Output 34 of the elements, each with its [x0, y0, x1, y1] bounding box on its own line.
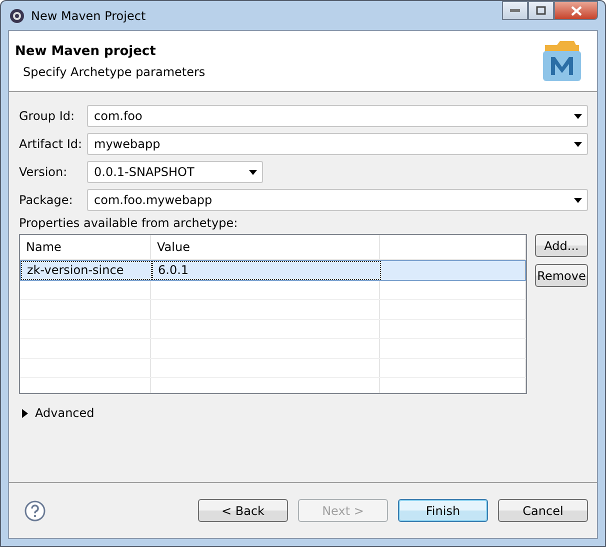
maximize-button[interactable]: [528, 1, 554, 20]
dropdown-arrow-icon: [574, 142, 582, 146]
maximize-icon: [536, 6, 546, 15]
combo-field[interactable]: com.foo: [87, 105, 588, 127]
wizard-button[interactable]: < Back: [198, 499, 288, 522]
field-label: Version:: [19, 165, 68, 179]
table-button[interactable]: Add...: [535, 234, 588, 257]
wizard-button[interactable]: Cancel: [498, 499, 588, 522]
wizard-button[interactable]: Finish: [398, 499, 488, 522]
expand-arrow-icon: [22, 408, 28, 418]
combo-field[interactable]: mywebapp: [87, 133, 588, 155]
section-label: Properties available from archetype:: [19, 216, 239, 232]
dropdown-arrow-icon: [249, 170, 257, 174]
close-icon: [570, 6, 582, 16]
minimize-icon: [510, 8, 520, 12]
dropdown-arrow-icon: [574, 198, 582, 202]
page-subtitle: Specify Archetype parameters: [22, 64, 206, 78]
advanced-toggle[interactable]: Advanced: [19, 406, 94, 420]
gear-icon: [9, 8, 25, 24]
close-button[interactable]: [554, 1, 598, 20]
column-header[interactable]: Name: [20, 235, 151, 259]
dropdown-arrow-icon: [574, 114, 582, 118]
field-label: Artifact Id:: [19, 137, 84, 151]
minimize-button[interactable]: [502, 1, 528, 20]
combo-field[interactable]: com.foo.mywebapp: [87, 189, 588, 211]
field-label: Package:: [19, 193, 74, 207]
table-button[interactable]: Remove: [535, 264, 588, 287]
table-row[interactable]: zk-version-since 6.0.1: [20, 260, 526, 280]
field-label: Group Id:: [19, 109, 76, 123]
column-header[interactable]: Value: [151, 235, 380, 259]
help-icon[interactable]: [24, 500, 46, 522]
page-title: New Maven project: [15, 44, 157, 58]
combo-field[interactable]: 0.0.1-SNAPSHOT: [87, 161, 263, 183]
window-title: New Maven Project: [31, 8, 147, 22]
